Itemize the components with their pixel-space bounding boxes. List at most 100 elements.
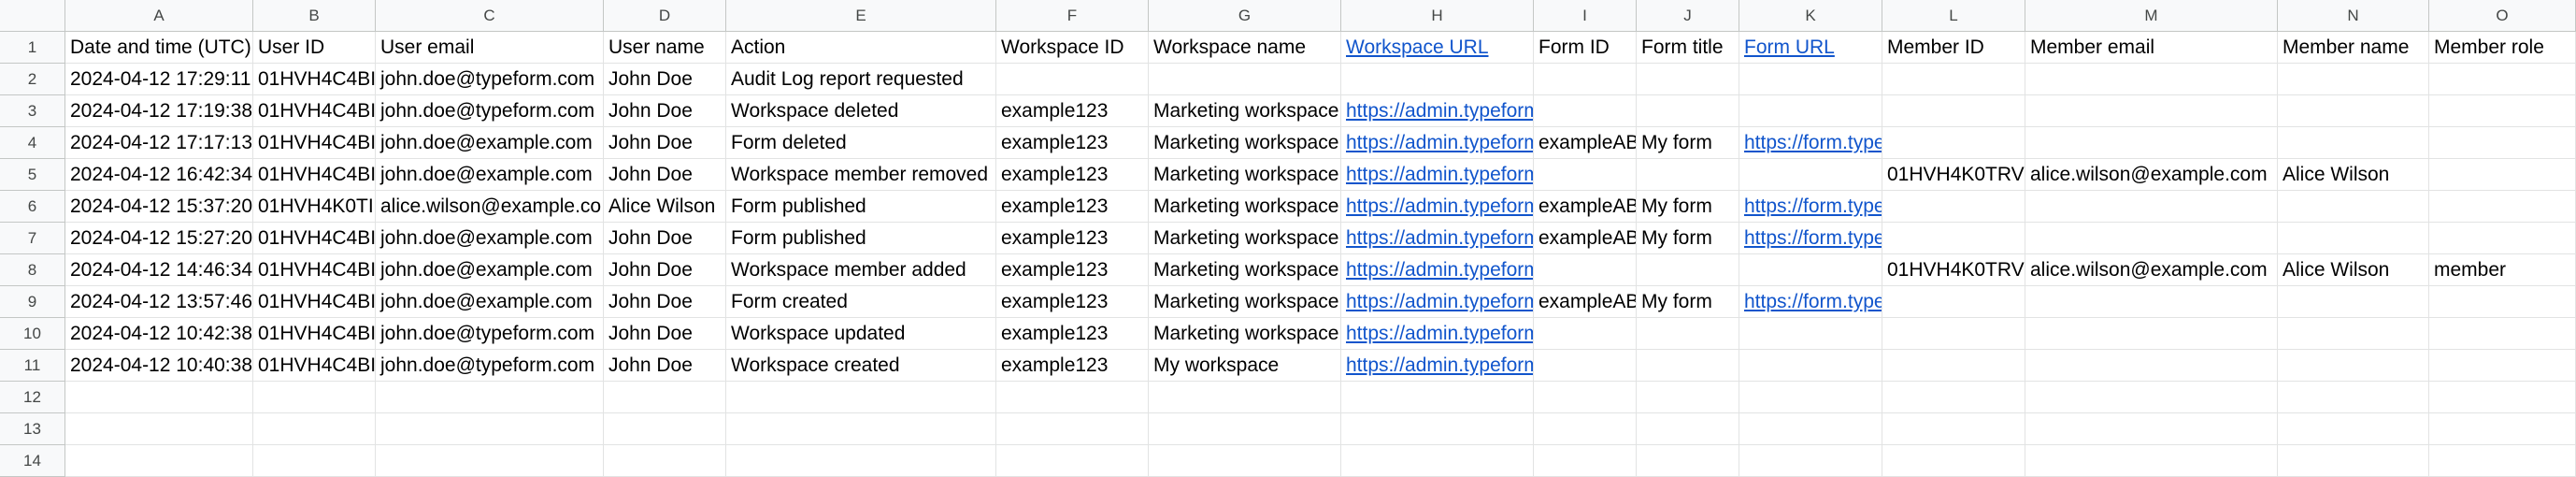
cell[interactable]: john.doe@example.com [376,254,604,286]
cell[interactable] [2429,223,2576,254]
cell[interactable] [1341,445,1534,477]
cell[interactable] [1739,254,1882,286]
cell[interactable]: Member role [2429,32,2576,64]
cell[interactable]: User email [376,32,604,64]
cell[interactable]: 01HVH4C4BI [253,318,376,350]
cell[interactable] [1882,127,2025,159]
row-header[interactable]: 3 [0,95,65,127]
cell[interactable]: 2024-04-12 17:17:13 [65,127,253,159]
cell[interactable] [2429,95,2576,127]
cell[interactable]: 2024-04-12 10:42:38 [65,318,253,350]
cell[interactable] [1534,254,1637,286]
cell[interactable]: exampleAB [1534,127,1637,159]
cell-link[interactable]: https://form.type [1739,191,1882,223]
cell[interactable]: Member name [2278,32,2429,64]
column-header-n[interactable]: N [2278,0,2429,32]
cell[interactable] [2025,95,2278,127]
cell[interactable]: Form ID [1534,32,1637,64]
cell[interactable]: alice.wilson@example.co [376,191,604,223]
column-header-f[interactable]: F [996,0,1149,32]
row-header[interactable]: 9 [0,286,65,318]
cell[interactable] [1882,286,2025,318]
cell[interactable]: john.doe@typeform.com [376,318,604,350]
column-header-g[interactable]: G [1149,0,1341,32]
cell[interactable]: 01HVH4C4BI [253,286,376,318]
cell[interactable] [996,445,1149,477]
cell[interactable] [253,382,376,413]
cell[interactable]: 01HVH4K0TI [253,191,376,223]
cell[interactable] [1534,382,1637,413]
cell[interactable] [2429,286,2576,318]
cell[interactable] [2278,350,2429,382]
cell[interactable] [2278,318,2429,350]
cell[interactable]: Workspace member added [726,254,996,286]
cell[interactable] [1882,382,2025,413]
cell[interactable] [1739,413,1882,445]
cell[interactable] [1739,318,1882,350]
cell[interactable]: example123 [996,318,1149,350]
cell[interactable] [1341,382,1534,413]
cell[interactable]: john.doe@example.com [376,127,604,159]
cell[interactable]: 01HVH4C4BI [253,95,376,127]
cell[interactable] [2278,223,2429,254]
cell-link[interactable]: https://admin.typeform [1341,350,1534,382]
cell[interactable]: Workspace member removed [726,159,996,191]
cell[interactable] [2278,382,2429,413]
cell[interactable]: My form [1637,127,1739,159]
row-header[interactable]: 12 [0,382,65,413]
cell[interactable]: User name [604,32,726,64]
cell[interactable]: 2024-04-12 14:46:34 [65,254,253,286]
cell[interactable]: exampleAB [1534,191,1637,223]
cell[interactable]: Form title [1637,32,1739,64]
cell[interactable]: 2024-04-12 15:27:20 [65,223,253,254]
cell[interactable]: exampleAB [1534,286,1637,318]
row-header[interactable]: 2 [0,64,65,95]
cell[interactable] [1149,413,1341,445]
cell[interactable]: Alice Wilson [2278,254,2429,286]
cell[interactable]: john.doe@example.com [376,223,604,254]
cell[interactable] [996,382,1149,413]
cell[interactable] [2429,445,2576,477]
column-header-e[interactable]: E [726,0,996,32]
cell[interactable] [1534,445,1637,477]
column-header-b[interactable]: B [253,0,376,32]
cell[interactable] [2025,127,2278,159]
cell[interactable]: My form [1637,191,1739,223]
cell[interactable]: example123 [996,286,1149,318]
cell[interactable] [2025,382,2278,413]
cell[interactable] [1739,95,1882,127]
cell[interactable]: Form published [726,223,996,254]
cell[interactable] [1341,64,1534,95]
cell[interactable] [376,445,604,477]
cell-link[interactable]: Workspace URL [1341,32,1534,64]
cell[interactable]: Action [726,32,996,64]
cell[interactable]: Marketing workspace [1149,95,1341,127]
cell[interactable] [2025,445,2278,477]
cell[interactable] [2278,64,2429,95]
cell[interactable] [2278,95,2429,127]
cell[interactable]: 2024-04-12 15:37:20 [65,191,253,223]
cell[interactable]: John Doe [604,95,726,127]
cell[interactable] [1637,350,1739,382]
cell[interactable] [2025,191,2278,223]
row-header[interactable]: 7 [0,223,65,254]
column-header-h[interactable]: H [1341,0,1534,32]
cell[interactable] [65,382,253,413]
select-all-corner[interactable] [0,0,65,32]
cell[interactable]: Marketing workspace [1149,191,1341,223]
cell[interactable]: John Doe [604,223,726,254]
cell-link[interactable]: https://admin.typeform [1341,318,1534,350]
row-header[interactable]: 5 [0,159,65,191]
cell[interactable] [1637,95,1739,127]
column-header-l[interactable]: L [1882,0,2025,32]
cell[interactable]: 2024-04-12 17:29:11 [65,64,253,95]
row-header[interactable]: 8 [0,254,65,286]
cell[interactable]: member [2429,254,2576,286]
cell[interactable]: john.doe@example.com [376,286,604,318]
cell[interactable]: My form [1637,286,1739,318]
cell[interactable]: Workspace updated [726,318,996,350]
cell[interactable]: john.doe@typeform.com [376,64,604,95]
cell[interactable] [2429,191,2576,223]
cell-link[interactable]: https://form.type [1739,127,1882,159]
column-header-c[interactable]: C [376,0,604,32]
